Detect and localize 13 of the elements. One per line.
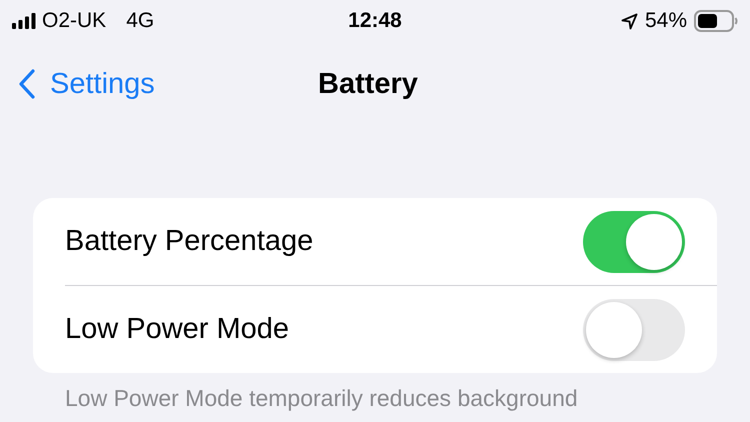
setting-label: Low Power Mode [65,313,290,346]
chevron-left-icon [18,69,36,99]
page-title: Battery [318,68,418,100]
back-button[interactable]: Settings [0,68,155,100]
carrier-name: O2-UK [42,9,106,33]
battery-percent: 54% [644,9,687,33]
location-arrow-icon [620,12,638,30]
battery-icon [694,10,738,32]
signal-icon [12,13,36,29]
setting-label: Battery Percentage [65,225,314,258]
clock-time: 12:48 [348,9,402,33]
footer-note: Low Power Mode temporarily reduces background [65,385,579,412]
network-type: 4G [126,9,154,33]
